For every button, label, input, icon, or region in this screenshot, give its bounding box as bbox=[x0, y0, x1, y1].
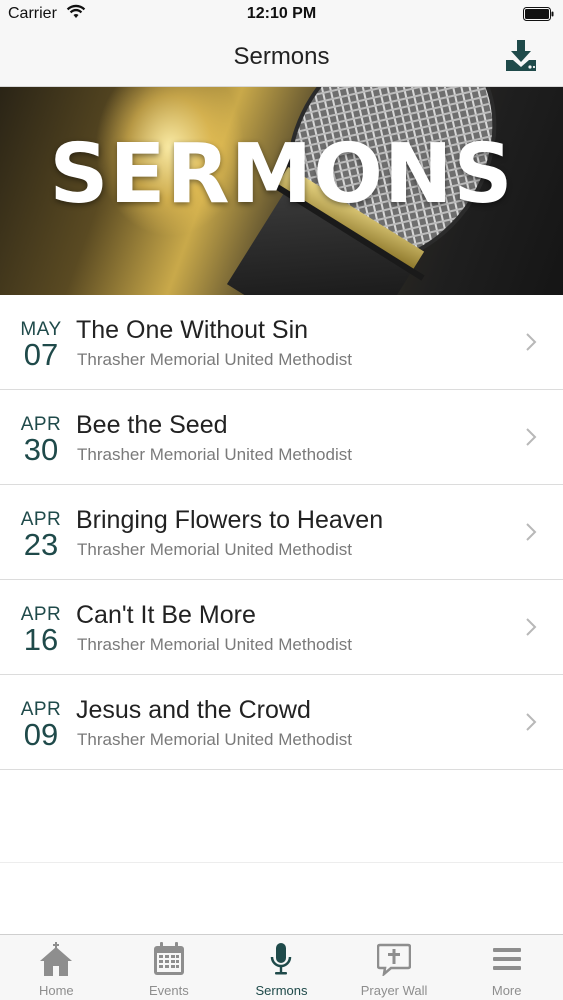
tab-prayer-wall[interactable]: Prayer Wall bbox=[338, 935, 451, 1000]
tab-label: Home bbox=[38, 983, 74, 998]
sermon-day: 16 bbox=[23, 622, 59, 657]
tab-label: Prayer Wall bbox=[360, 983, 428, 998]
sermon-subtitle: Thrasher Memorial United Methodist bbox=[77, 350, 352, 369]
sermon-title: Bee the Seed bbox=[76, 411, 228, 439]
chevron-right-icon bbox=[526, 428, 537, 446]
chevron-right-icon bbox=[526, 618, 537, 636]
tab-label: More bbox=[491, 983, 522, 998]
menu-icon bbox=[492, 948, 521, 970]
sermon-row[interactable]: APR 30 Bee the Seed Thrasher Memorial Un… bbox=[0, 390, 563, 485]
chevron-right-icon bbox=[526, 523, 537, 541]
sermon-day: 23 bbox=[23, 527, 59, 562]
sermon-subtitle: Thrasher Memorial United Methodist bbox=[77, 730, 352, 749]
tab-bar: Home Events Sermons Prayer Wall More bbox=[0, 934, 563, 1000]
battery-icon bbox=[523, 7, 554, 21]
church-icon bbox=[40, 942, 73, 976]
hero-banner: SERMONS bbox=[0, 87, 563, 295]
page-title: Sermons bbox=[233, 43, 330, 70]
sermon-title: Can't It Be More bbox=[76, 601, 256, 629]
status-bar: Carrier 12:10 PM bbox=[0, 0, 563, 30]
sermon-title: The One Without Sin bbox=[76, 316, 309, 344]
tab-sermons[interactable]: Sermons bbox=[225, 935, 338, 1000]
sermon-day: 07 bbox=[23, 337, 59, 372]
microphone-icon bbox=[271, 943, 292, 975]
status-time: 12:10 PM bbox=[246, 5, 317, 22]
sermon-title: Jesus and the Crowd bbox=[76, 696, 311, 724]
sermon-title: Bringing Flowers to Heaven bbox=[76, 506, 384, 534]
chevron-right-icon bbox=[526, 713, 537, 731]
tab-more[interactable]: More bbox=[450, 935, 563, 1000]
sermon-list: MAY 07 The One Without Sin Thrasher Memo… bbox=[0, 295, 563, 770]
sermon-row[interactable]: APR 16 Can't It Be More Thrasher Memoria… bbox=[0, 580, 563, 675]
tab-label: Events bbox=[149, 983, 189, 998]
sermon-row[interactable]: APR 09 Jesus and the Crowd Thrasher Memo… bbox=[0, 675, 563, 770]
hero-title: SERMONS bbox=[49, 127, 514, 222]
chevron-right-icon bbox=[526, 333, 537, 351]
calendar-icon bbox=[153, 942, 184, 975]
tab-home[interactable]: Home bbox=[0, 935, 113, 1000]
divider bbox=[0, 862, 563, 863]
sermon-day: 09 bbox=[23, 717, 59, 752]
sermon-subtitle: Thrasher Memorial United Methodist bbox=[77, 635, 352, 654]
download-icon[interactable] bbox=[503, 38, 539, 74]
nav-bar: Sermons bbox=[0, 30, 563, 87]
sermon-subtitle: Thrasher Memorial United Methodist bbox=[77, 445, 352, 464]
sermon-subtitle: Thrasher Memorial United Methodist bbox=[77, 540, 352, 559]
sermon-row[interactable]: APR 23 Bringing Flowers to Heaven Thrash… bbox=[0, 485, 563, 580]
cross-bubble-icon bbox=[377, 943, 412, 976]
sermon-day: 30 bbox=[23, 432, 59, 467]
sermon-row[interactable]: MAY 07 The One Without Sin Thrasher Memo… bbox=[0, 295, 563, 390]
tab-label: Sermons bbox=[255, 983, 308, 998]
tab-events[interactable]: Events bbox=[113, 935, 226, 1000]
